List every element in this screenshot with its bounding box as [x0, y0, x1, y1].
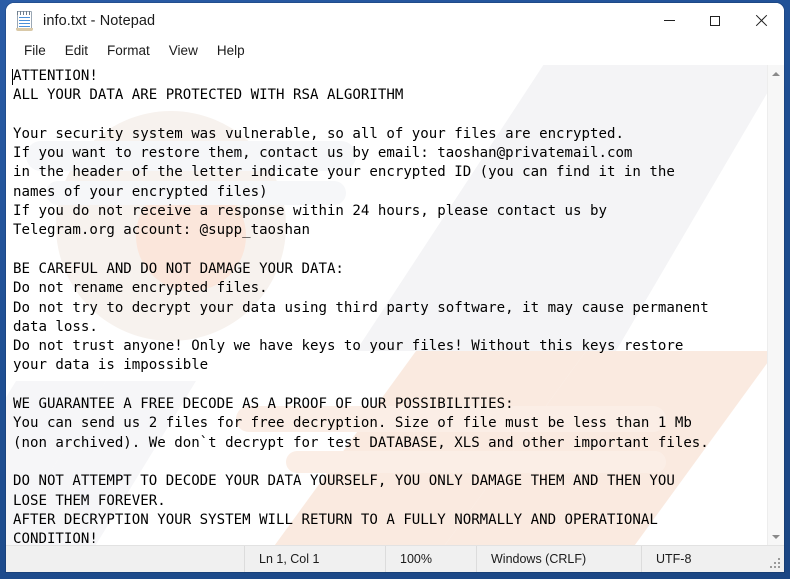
- maximize-button[interactable]: [692, 3, 738, 38]
- menu-item-format[interactable]: Format: [98, 40, 160, 62]
- scroll-down-button[interactable]: [768, 528, 785, 545]
- menu-bar: File Edit Format View Help: [6, 38, 784, 64]
- chevron-down-icon: [772, 534, 780, 539]
- minimize-button[interactable]: [646, 3, 692, 38]
- status-encoding[interactable]: UTF-8: [641, 546, 766, 572]
- window-title: info.txt - Notepad: [43, 12, 156, 29]
- chevron-up-icon: [772, 71, 780, 76]
- title-bar[interactable]: info.txt - Notepad: [6, 3, 784, 38]
- status-line-ending[interactable]: Windows (CRLF): [476, 546, 641, 572]
- close-button[interactable]: [738, 3, 784, 38]
- resize-grip[interactable]: [766, 546, 784, 572]
- text-edit-surface[interactable]: ATTENTION! ALL YOUR DATA ARE PROTECTED W…: [6, 65, 767, 545]
- scroll-up-button[interactable]: [768, 65, 785, 82]
- ransom-note-text[interactable]: ATTENTION! ALL YOUR DATA ARE PROTECTED W…: [6, 65, 767, 545]
- menu-item-file[interactable]: File: [15, 40, 56, 62]
- maximize-icon: [710, 15, 720, 26]
- notepad-icon: [16, 10, 34, 31]
- status-bar: Ln 1, Col 1 100% Windows (CRLF) UTF-8: [6, 545, 784, 572]
- title-bar-left: info.txt - Notepad: [6, 10, 156, 31]
- close-icon: [755, 15, 767, 27]
- menu-item-edit[interactable]: Edit: [56, 40, 98, 62]
- menu-item-help[interactable]: Help: [208, 40, 255, 62]
- status-zoom-level[interactable]: 100%: [385, 546, 476, 572]
- status-cursor-position[interactable]: Ln 1, Col 1: [244, 546, 385, 572]
- notepad-window: info.txt - Notepad File Edit Format View…: [6, 3, 784, 572]
- vertical-scrollbar[interactable]: [767, 65, 784, 545]
- editor-area: ATTENTION! ALL YOUR DATA ARE PROTECTED W…: [6, 64, 784, 545]
- menu-item-view[interactable]: View: [160, 40, 208, 62]
- minimize-icon: [663, 20, 675, 21]
- scrollbar-track[interactable]: [768, 82, 785, 528]
- window-controls: [646, 3, 784, 38]
- desktop-background: info.txt - Notepad File Edit Format View…: [0, 0, 790, 579]
